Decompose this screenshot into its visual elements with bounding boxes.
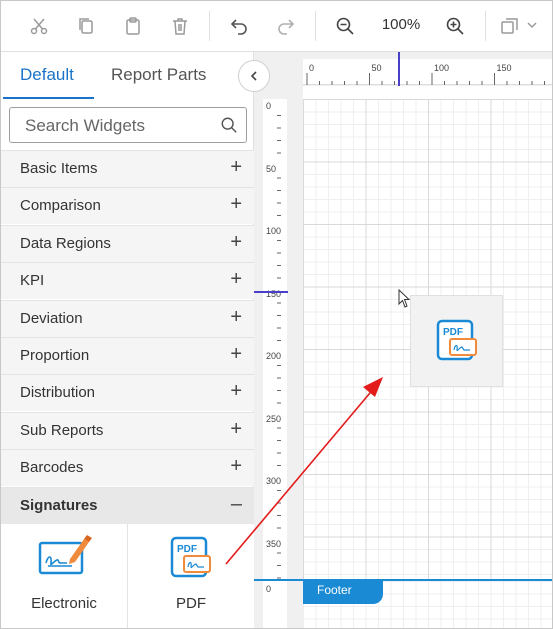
collapse-icon[interactable]: – [231,494,242,514]
category-basic-items[interactable]: Basic Items + [1,150,254,187]
category-deviation[interactable]: Deviation + [1,299,254,337]
category-label: Data Regions [20,234,111,252]
expand-icon[interactable]: + [230,232,242,252]
category-label: Sub Reports [20,421,104,439]
svg-text:PDF: PDF [443,327,463,338]
toolbar: 100% [1,1,552,52]
expand-icon[interactable]: + [230,381,242,401]
delete-icon[interactable] [167,13,193,39]
zoom-in-icon[interactable] [442,13,468,39]
category-signatures[interactable]: Signatures – [1,486,254,524]
category-comparison[interactable]: Comparison + [1,187,254,225]
redo-icon[interactable] [273,13,299,39]
collapse-panel-button[interactable] [238,60,270,92]
paste-icon[interactable] [120,13,146,39]
category-label: Barcodes [20,459,84,477]
category-label: Basic Items [20,160,98,177]
category-proportion[interactable]: Proportion + [1,337,254,374]
pdf-signature-icon: PDF [436,319,477,361]
svg-text:PDF: PDF [177,544,197,555]
ruler-position-marker [254,291,288,293]
undo-icon[interactable] [226,13,252,39]
widget-pdf[interactable]: PDF PDF [127,524,253,628]
category-label: KPI [20,272,45,290]
category-data-regions[interactable]: Data Regions + [1,224,254,262]
category-kpi[interactable]: KPI + [1,262,254,300]
footer-divider [254,579,552,581]
category-label: Distribution [20,384,96,402]
expand-icon[interactable]: + [230,456,242,476]
drag-preview: PDF [410,295,503,387]
category-label: Deviation [20,309,83,327]
widget-label: PDF [176,595,206,612]
mouse-cursor-icon [398,289,411,308]
expand-icon[interactable]: + [230,419,242,439]
ruler-footer-tick: 0 [266,584,272,594]
signature-widgets: Electronic PDF PDF [1,524,254,628]
ruler-position-marker [398,52,400,86]
panel-tabs: Default Report Parts [1,52,254,99]
report-designer: 100% Default Report Parts Search Widgets… [0,0,553,629]
expand-icon[interactable]: + [230,157,242,177]
footer-label[interactable]: Footer [303,579,383,604]
category-sub-reports[interactable]: Sub Reports + [1,411,254,449]
expand-icon[interactable]: + [230,194,242,214]
horizontal-ruler: 0 50 100 150 [303,59,552,85]
category-barcodes[interactable]: Barcodes + [1,449,254,487]
chevron-left-icon [250,71,257,81]
zoom-value: 100% [381,16,421,33]
widget-electronic[interactable]: Electronic [1,524,127,628]
copy-icon[interactable] [73,13,99,39]
search-input[interactable]: Search Widgets [9,107,247,143]
electronic-signature-icon [38,535,92,575]
active-tab-indicator [3,97,94,99]
expand-icon[interactable]: + [230,307,242,327]
pdf-signature-icon: PDF [170,536,211,578]
layout-icon[interactable] [497,13,543,39]
tab-default[interactable]: Default [20,65,74,85]
expand-icon[interactable]: + [230,344,242,364]
zoom-out-icon[interactable] [332,13,358,39]
vertical-ruler: 0 50 100 150 200 250 300 350 [263,99,287,628]
tab-report-parts[interactable]: Report Parts [111,65,206,85]
search-placeholder: Search Widgets [25,116,145,135]
expand-icon[interactable]: + [230,269,242,289]
category-label: Comparison [20,197,101,215]
category-label: Signatures [20,496,98,514]
category-label: Proportion [20,347,90,364]
search-icon[interactable] [220,116,238,139]
scissors-icon[interactable] [26,13,52,39]
widget-label: Electronic [31,595,97,612]
widget-panel: Default Report Parts Search Widgets Basi… [1,52,270,628]
category-distribution[interactable]: Distribution + [1,374,254,412]
